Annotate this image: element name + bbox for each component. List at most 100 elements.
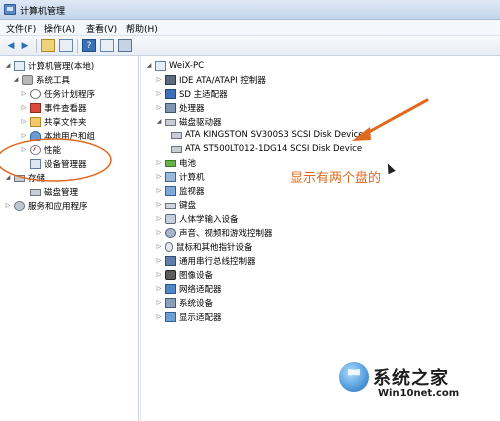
disk-management-icon [30, 189, 41, 196]
device-category[interactable]: ▷ IDE ATA/ATAPI 控制器 [155, 73, 266, 86]
expand-icon[interactable]: ▷ [155, 201, 163, 208]
toolbar: ◀ ▶ ? [0, 36, 500, 56]
device-category[interactable]: ▷ 系统设备 [155, 296, 213, 309]
tree-item-shared-folders[interactable]: ▷ 共享文件夹 [20, 115, 87, 128]
expand-icon[interactable]: ▷ [155, 257, 163, 264]
mouse-icon [165, 241, 173, 252]
menu-file[interactable]: 文件(F) [6, 22, 36, 35]
device-category[interactable]: ▷ 网络适配器 [155, 282, 222, 295]
properties-icon[interactable] [100, 39, 114, 52]
expand-icon[interactable]: ▷ [4, 202, 12, 209]
camera-icon [165, 269, 176, 280]
device-category[interactable]: ▷ 键盘 [155, 198, 196, 211]
device-category-disk-drives[interactable]: ◢ 磁盘驱动器 [155, 115, 222, 128]
processor-icon [165, 102, 176, 113]
disk-icon [171, 132, 182, 139]
tree-item-services-apps[interactable]: ▷ 服务和应用程序 [4, 199, 88, 212]
expand-icon[interactable]: ▷ [155, 215, 163, 222]
back-icon[interactable]: ◀ [4, 39, 18, 52]
menu-view[interactable]: 查看(V) [86, 22, 117, 35]
disk-device[interactable]: ATA ST500LT012-1DG14 SCSI Disk Device [171, 142, 362, 155]
annotation-text: 显示有两个盘的 [290, 171, 382, 186]
event-log-icon [30, 102, 41, 113]
sd-card-icon [165, 88, 176, 99]
menu-bar: 文件(F) 操作(A) 查看(V) 帮助(H) [0, 20, 500, 36]
expand-icon[interactable]: ▷ [155, 243, 163, 250]
display-adapter-icon [165, 311, 176, 322]
expand-icon[interactable]: ▷ [155, 229, 163, 236]
tree-item-local-users[interactable]: ▷ 本地用户和组 [20, 129, 95, 142]
tree-item-root[interactable]: ◢ 计算机管理(本地) [4, 59, 94, 72]
expand-icon[interactable]: ▷ [155, 76, 163, 83]
device-category[interactable]: ▷ 显示适配器 [155, 310, 222, 323]
expand-icon[interactable]: ▷ [155, 299, 163, 306]
sound-icon [165, 227, 176, 238]
tree-item-performance[interactable]: ▷ 性能 [20, 143, 61, 156]
services-icon [14, 200, 25, 211]
battery-icon [165, 160, 176, 167]
computer-icon [165, 171, 176, 182]
tree-item-storage[interactable]: ◢ 存储 [4, 171, 45, 184]
device-root[interactable]: ◢ WeiX-PC [145, 59, 204, 72]
network-adapter-icon [165, 283, 176, 294]
disk-device[interactable]: ATA KINGSTON SV300S3 SCSI Disk Device [171, 128, 363, 141]
device-manager-icon [30, 158, 41, 169]
device-category[interactable]: ▷ 人体学输入设备 [155, 212, 239, 225]
menu-help[interactable]: 帮助(H) [126, 22, 158, 35]
expand-icon[interactable]: ▷ [155, 187, 163, 194]
collapse-icon[interactable]: ◢ [155, 118, 163, 125]
computer-management-icon [14, 60, 25, 71]
watermark-url: Win10net.com [378, 388, 460, 399]
expand-icon[interactable]: ▷ [155, 173, 163, 180]
expand-icon[interactable]: ▷ [155, 271, 163, 278]
computer-management-window: 计算机管理 文件(F) 操作(A) 查看(V) 帮助(H) ◀ ▶ ? ◢ 计算… [0, 0, 500, 421]
disk-drive-icon [165, 119, 176, 126]
expand-icon[interactable]: ▷ [20, 104, 28, 111]
expand-icon[interactable]: ▷ [155, 159, 163, 166]
device-category[interactable]: ▷ 声音、视频和游戏控制器 [155, 226, 273, 239]
hid-icon [165, 213, 176, 224]
tree-item-disk-management[interactable]: 磁盘管理 [20, 185, 78, 198]
device-category[interactable]: ▷ 计算机 [155, 170, 205, 183]
window-title: 计算机管理 [20, 7, 66, 17]
help-icon[interactable]: ? [82, 39, 96, 52]
tree-item-event-viewer[interactable]: ▷ 事件查看器 [20, 101, 87, 114]
device-category[interactable]: ▷ 处理器 [155, 101, 205, 114]
expand-icon[interactable]: ▷ [20, 132, 28, 139]
expand-icon[interactable]: ▷ [155, 313, 163, 320]
show-hide-tree-icon[interactable] [59, 39, 73, 52]
menu-action[interactable]: 操作(A) [44, 22, 75, 35]
expand-icon[interactable]: ▷ [20, 118, 28, 125]
computer-management-icon [4, 4, 16, 15]
folder-icon [30, 116, 41, 127]
device-category[interactable]: ▷ SD 主适配器 [155, 87, 228, 100]
device-category[interactable]: ▷ 监视器 [155, 184, 205, 197]
title-bar[interactable]: 计算机管理 [0, 0, 500, 20]
watermark-logo-icon [339, 362, 369, 392]
expand-icon[interactable]: ▷ [20, 90, 28, 97]
disk-icon [171, 146, 182, 153]
expand-icon[interactable]: ▷ [20, 146, 28, 153]
collapse-icon[interactable]: ◢ [4, 174, 12, 181]
device-category[interactable]: ▷ 通用串行总线控制器 [155, 254, 256, 267]
device-category[interactable]: ▷ 电池 [155, 156, 196, 169]
watermark-title: 系统之家 [373, 368, 449, 389]
expand-icon[interactable]: ▷ [155, 90, 163, 97]
keyboard-icon [165, 203, 176, 209]
up-folder-icon[interactable] [41, 39, 55, 52]
expand-icon[interactable]: ▷ [155, 104, 163, 111]
collapse-icon[interactable]: ◢ [4, 62, 12, 69]
tree-item-system-tools[interactable]: ◢ 系统工具 [12, 73, 70, 86]
system-devices-icon [165, 297, 176, 308]
toolbar-separator [36, 39, 37, 53]
usb-icon [165, 255, 176, 266]
scan-hardware-icon[interactable] [118, 39, 132, 52]
device-category[interactable]: ▷ 图像设备 [155, 268, 213, 281]
device-category[interactable]: ▷ 鼠标和其他指针设备 [155, 240, 253, 253]
forward-icon[interactable]: ▶ [18, 39, 32, 52]
tree-item-device-manager[interactable]: 设备管理器 [20, 157, 87, 170]
tree-item-task-scheduler[interactable]: ▷ 任务计划程序 [20, 87, 95, 100]
collapse-icon[interactable]: ◢ [12, 76, 20, 83]
collapse-icon[interactable]: ◢ [145, 62, 153, 69]
expand-icon[interactable]: ▷ [155, 285, 163, 292]
